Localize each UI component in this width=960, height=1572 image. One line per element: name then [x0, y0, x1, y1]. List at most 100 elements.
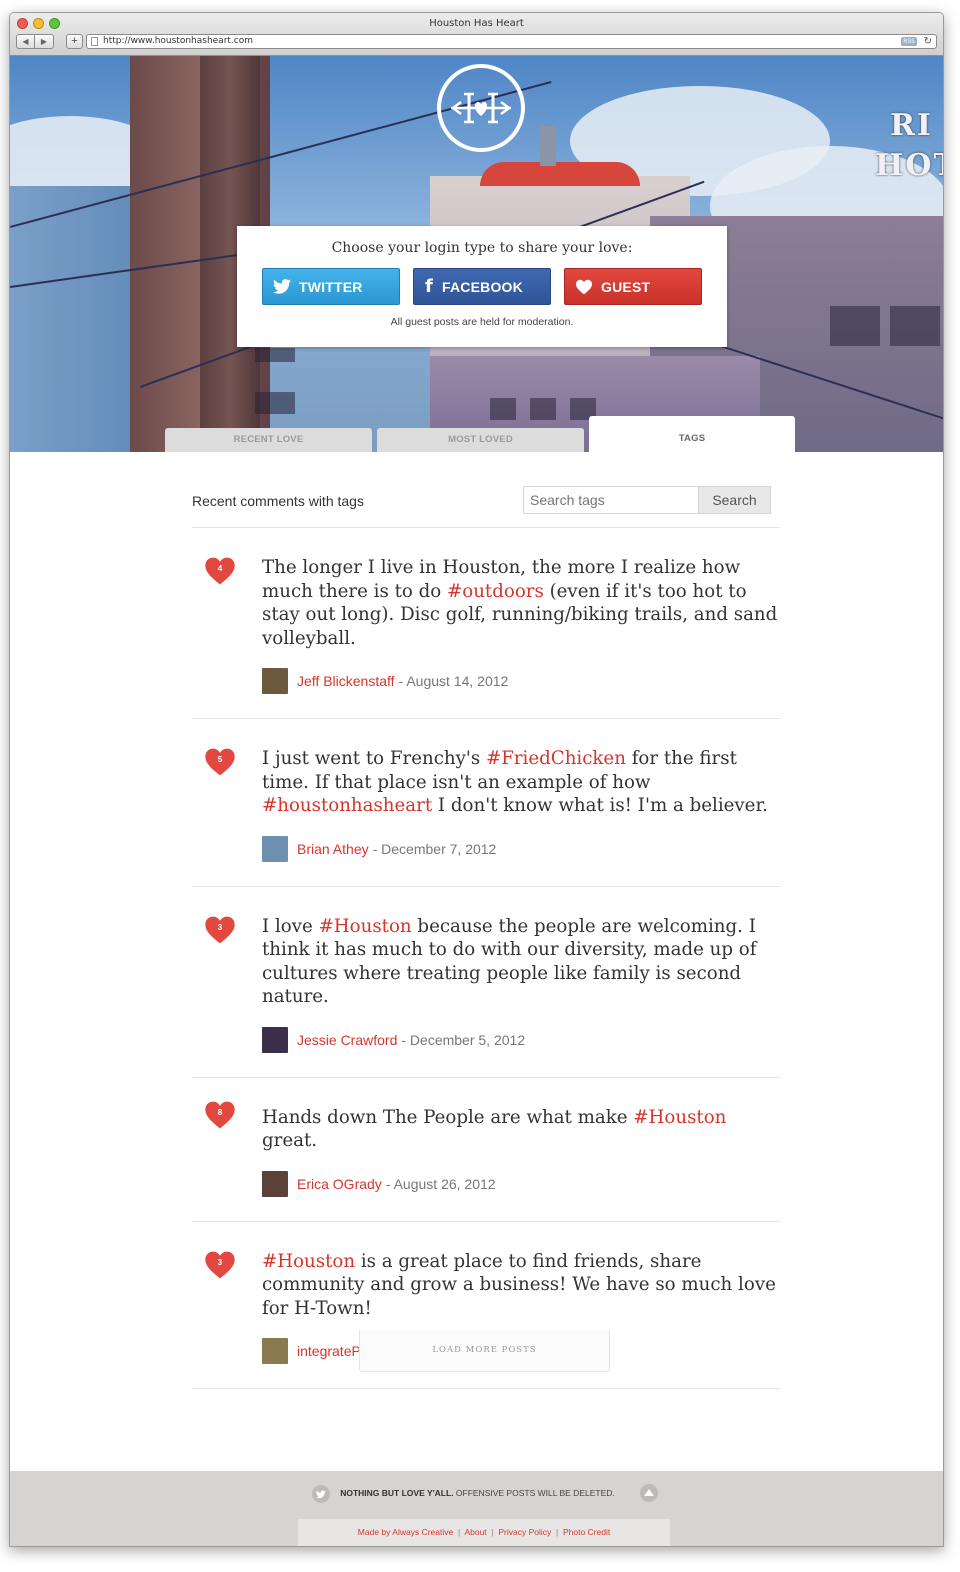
content-toolbar: Recent comments with tags Search	[192, 452, 780, 528]
post-text-part: great.	[262, 1130, 318, 1151]
photo-credit-link[interactable]: Photo Credit	[563, 1527, 610, 1537]
love-count: 8	[217, 1107, 223, 1117]
login-panel: Choose your login type to share your lov…	[237, 226, 727, 347]
post-hashtag-link[interactable]: #FriedChicken	[486, 748, 626, 769]
post-text-part: Hands down The People are what make	[262, 1106, 634, 1128]
hotel-sign-bottom: HOT	[875, 148, 943, 183]
post-text: #Houston is a great place to find friend…	[262, 1250, 780, 1321]
main-content: Recent comments with tags Search 4 The lo…	[192, 452, 780, 1389]
facebook-login-button[interactable]: f FACEBOOK	[413, 268, 551, 305]
footer-separator: |	[556, 1527, 559, 1537]
privacy-policy-link[interactable]: Privacy Policy	[498, 1527, 551, 1537]
author-link[interactable]: Erica OGrady	[297, 1176, 382, 1192]
footer: NOTHING BUT LOVE Y'ALL. OFFENSIVE POSTS …	[10, 1471, 943, 1546]
love-count-button[interactable]: 8	[204, 1100, 236, 1130]
load-more-button[interactable]: LOAD MORE POSTS	[359, 1330, 610, 1372]
post-list: 4 The longer I live in Houston, the more …	[192, 528, 780, 1389]
love-count-button[interactable]: 3	[204, 1250, 236, 1280]
avatar[interactable]	[262, 668, 288, 694]
love-count: 3	[217, 1257, 223, 1267]
forward-icon[interactable]: ▶	[35, 34, 54, 49]
footer-links: Made by Always Creative | About | Privac…	[298, 1519, 670, 1546]
search-tags-input[interactable]	[523, 486, 699, 514]
facebook-login-label: FACEBOOK	[442, 278, 523, 295]
post-date: - December 5, 2012	[401, 1031, 526, 1048]
avatar[interactable]	[262, 1170, 288, 1197]
footer-separator: |	[491, 1527, 494, 1537]
post-date: - December 7, 2012	[372, 840, 497, 857]
post-hashtag-link[interactable]: #Houston	[319, 916, 412, 937]
footer-notice-rest: OFFENSIVE POSTS WILL BE DELETED.	[453, 1488, 615, 1498]
love-count: 3	[217, 922, 223, 932]
post-hashtag-link[interactable]: #outdoors	[447, 581, 544, 602]
url-text: http://www.houstonhasheart.com	[103, 36, 254, 46]
footer-separator: |	[457, 1527, 461, 1537]
browser-window: Houston Has Heart ◀ ▶ + http://www.houst…	[9, 12, 944, 1547]
hero-banner: RI HOT Choose your login type to share y…	[10, 56, 943, 452]
title-bar: Houston Has Heart ◀ ▶ + http://www.houst…	[10, 13, 943, 56]
footer-notice: NOTHING BUT LOVE Y'ALL. OFFENSIVE POSTS …	[10, 1488, 943, 1498]
post-hashtag-link[interactable]: #houstonhasheart	[262, 795, 432, 816]
post-date: - August 14, 2012	[398, 673, 509, 689]
post-text-part: I just went to Frenchy's	[262, 748, 486, 769]
nav-buttons: ◀ ▶	[16, 34, 54, 49]
moderation-note: All guest posts are held for moderation.	[390, 316, 574, 328]
post-meta: Erica OGrady - August 26, 2012	[262, 1170, 780, 1197]
tab-most-loved[interactable]: MOST LOVED	[377, 428, 584, 452]
footer-notice-bold: NOTHING BUT LOVE Y'ALL.	[340, 1488, 454, 1498]
search-button[interactable]: Search	[698, 486, 771, 514]
post-text: I love #Houston because the people are w…	[262, 915, 780, 1009]
page-icon	[91, 37, 98, 46]
avatar[interactable]	[262, 835, 288, 862]
post-date: - August 26, 2012	[385, 1175, 496, 1192]
post-meta: Brian Athey - December 7, 2012	[262, 835, 780, 862]
post-text: The longer I live in Houston, the more I…	[262, 556, 780, 650]
back-icon[interactable]: ◀	[16, 34, 35, 49]
author-link[interactable]: Jessie Crawford	[297, 1032, 397, 1048]
post-item: 3 I love #Houston because the people are …	[192, 887, 780, 1078]
made-by-link[interactable]: Made by Always Creative	[358, 1527, 453, 1537]
about-link[interactable]: About	[464, 1527, 486, 1537]
logo-mark-icon	[450, 92, 512, 124]
guest-login-button[interactable]: GUEST	[564, 268, 702, 305]
address-bar[interactable]: http://www.houstonhasheart.com RSS ↻	[86, 34, 937, 49]
twitter-login-label: TWITTER	[299, 278, 363, 295]
add-bookmark-button[interactable]: +	[66, 34, 83, 49]
author-link[interactable]: Jeff Blickenstaff	[297, 673, 395, 689]
guest-login-label: GUEST	[601, 278, 651, 295]
rss-button[interactable]: RSS	[901, 37, 917, 46]
window-title: Houston Has Heart	[429, 18, 524, 29]
love-count-button[interactable]: 5	[204, 747, 236, 777]
love-count: 5	[217, 755, 223, 764]
facebook-icon: f	[424, 276, 434, 297]
post-hashtag-link[interactable]: #Houston	[633, 1107, 726, 1128]
tab-recent-love[interactable]: RECENT LOVE	[165, 428, 372, 452]
twitter-icon	[273, 279, 291, 294]
love-count-button[interactable]: 4	[204, 556, 236, 586]
post-hashtag-link[interactable]: #Houston	[262, 1251, 355, 1272]
post-item: 5 I just went to Frenchy's #FriedChicken …	[192, 719, 780, 887]
post-text-part: I don't know what is! I'm a believer.	[432, 795, 768, 816]
author-link[interactable]: Brian Athey	[297, 841, 369, 857]
avatar[interactable]	[262, 1338, 288, 1364]
post-item: 4 The longer I live in Houston, the more …	[192, 528, 780, 719]
love-count: 4	[217, 564, 223, 573]
site-logo[interactable]	[437, 64, 525, 152]
section-title: Recent comments with tags	[192, 493, 364, 509]
love-count-button[interactable]: 3	[204, 915, 236, 945]
post-meta: Jeff Blickenstaff - August 14, 2012	[262, 668, 780, 694]
heart-icon	[576, 279, 592, 294]
post-meta: Jessie Crawford - December 5, 2012	[262, 1026, 780, 1053]
tab-tags[interactable]: TAGS	[589, 416, 795, 452]
reload-icon[interactable]: ↻	[924, 35, 932, 48]
avatar[interactable]	[262, 1026, 288, 1053]
post-item: 8 Hands down The People are what make #Ho…	[192, 1078, 780, 1222]
post-text: I just went to Frenchy's #FriedChicken f…	[262, 747, 780, 818]
post-text: Hands down The People are what make #Hou…	[262, 1106, 780, 1153]
login-buttons: TWITTER f FACEBOOK GUEST	[237, 268, 727, 305]
twitter-login-button[interactable]: TWITTER	[262, 268, 400, 305]
post-tabs: RECENT LOVE MOST LOVED TAGS	[165, 416, 795, 452]
scroll-top-icon[interactable]	[640, 1484, 658, 1502]
post-text-part: I love	[262, 915, 319, 937]
hotel-sign-top: RI	[890, 108, 933, 143]
